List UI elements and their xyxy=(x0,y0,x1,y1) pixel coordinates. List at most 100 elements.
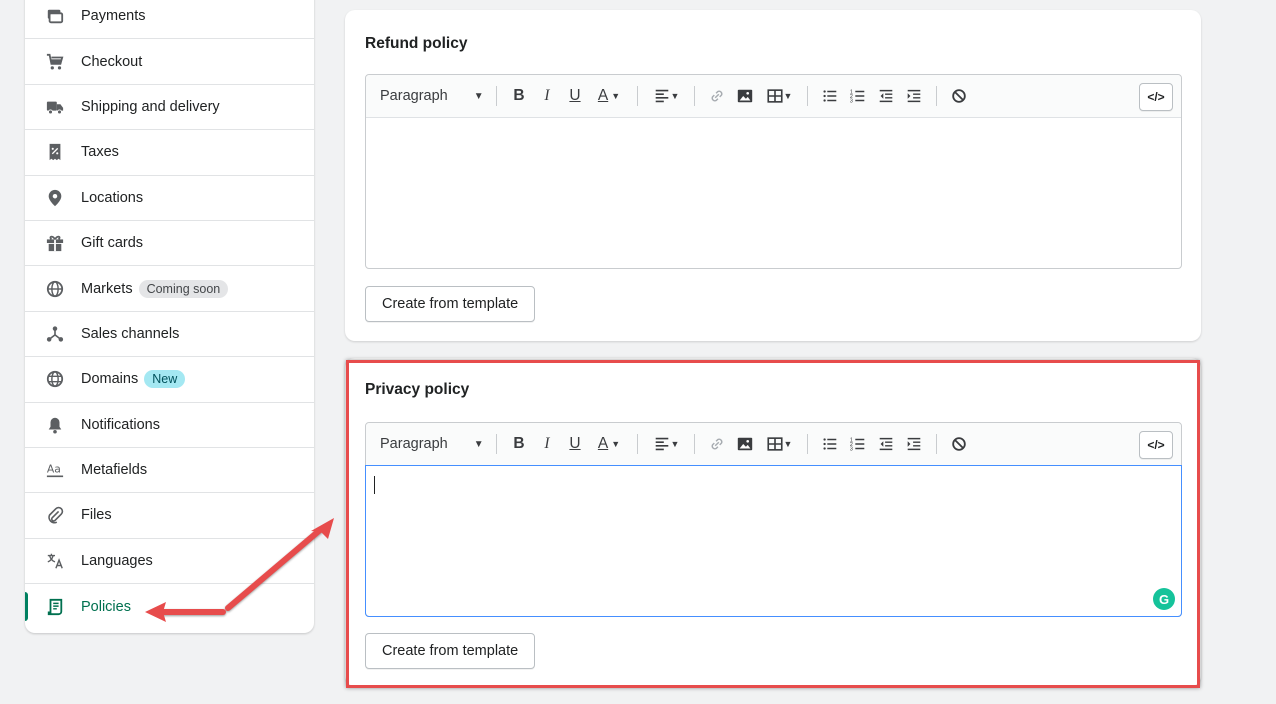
sidebar-item-notifications[interactable]: Notifications xyxy=(25,403,314,448)
bold-button[interactable]: B xyxy=(507,84,531,108)
toolbar-divider xyxy=(936,86,937,106)
sidebar-item-policies[interactable]: Policies xyxy=(25,584,314,629)
link-button[interactable] xyxy=(705,84,729,108)
sidebar-item-locations[interactable]: Locations xyxy=(25,176,314,221)
paragraph-format-dropdown[interactable]: Paragraph ▼ xyxy=(380,88,488,104)
cart-icon xyxy=(45,52,65,72)
chevron-down-icon: ▼ xyxy=(783,91,793,101)
bullet-list-button[interactable] xyxy=(818,84,842,108)
bullet-list-button[interactable] xyxy=(818,432,842,456)
sidebar-item-label: Languages xyxy=(81,552,153,569)
bold-button[interactable]: B xyxy=(507,432,531,456)
clear-formatting-button[interactable] xyxy=(947,84,971,108)
svg-text:Aa: Aa xyxy=(47,463,61,476)
editor-toolbar: Paragraph ▼ B I U A ▼ ▼ ▼ 123 </> xyxy=(366,75,1181,118)
link-icon xyxy=(711,90,723,102)
sidebar-item-domains[interactable]: Domains New xyxy=(25,357,314,403)
refund-policy-text-area[interactable] xyxy=(366,118,1181,268)
toolbar-divider xyxy=(694,86,695,106)
chevron-down-icon: ▼ xyxy=(670,439,680,449)
sidebar-item-label: Shipping and delivery xyxy=(81,98,220,115)
sidebar-item-taxes[interactable]: Taxes xyxy=(25,130,314,176)
sidebar-item-label: Gift cards xyxy=(81,235,144,252)
align-left-icon xyxy=(655,89,668,103)
settings-sidebar: Payments Checkout Shipping and delivery … xyxy=(25,0,314,633)
location-pin-icon xyxy=(45,188,65,208)
channels-icon xyxy=(45,324,65,344)
clear-formatting-button[interactable] xyxy=(947,432,971,456)
toolbar-divider xyxy=(936,434,937,454)
sidebar-item-payments[interactable]: Payments xyxy=(25,0,314,40)
numbered-list-button[interactable]: 123 xyxy=(846,84,870,108)
chevron-down-icon: ▼ xyxy=(611,91,621,101)
sidebar-item-shipping[interactable]: Shipping and delivery xyxy=(25,85,314,131)
show-html-button[interactable]: </> xyxy=(1139,431,1173,459)
sidebar-item-checkout[interactable]: Checkout xyxy=(25,39,314,85)
globe-icon xyxy=(45,279,65,299)
sidebar-item-label: Policies xyxy=(81,598,131,615)
chevron-down-icon: ▼ xyxy=(473,90,484,102)
paragraph-format-dropdown[interactable]: Paragraph ▼ xyxy=(380,436,488,452)
sidebar-item-label: Files xyxy=(81,507,112,524)
tax-receipt-icon xyxy=(45,142,65,162)
sidebar-item-sales-channels[interactable]: Sales channels xyxy=(25,312,314,358)
translate-icon xyxy=(45,551,65,571)
refund-create-from-template-button[interactable]: Create from template xyxy=(365,286,536,322)
sidebar-item-languages[interactable]: Languages xyxy=(25,539,314,585)
image-button[interactable] xyxy=(733,84,757,108)
text-color-button[interactable]: A ▼ xyxy=(591,432,627,456)
underline-button[interactable]: U xyxy=(563,84,587,108)
sidebar-item-gift-cards[interactable]: Gift cards xyxy=(25,221,314,267)
numbered-list-icon: 123 xyxy=(850,89,865,104)
privacy-create-from-template-button[interactable]: Create from template xyxy=(365,633,536,669)
outdent-button[interactable] xyxy=(874,432,898,456)
payments-icon xyxy=(45,6,65,26)
numbered-list-button[interactable]: 123 xyxy=(846,432,870,456)
editor-toolbar: Paragraph ▼ B I U A ▼ ▼ ▼ 123 </> xyxy=(366,423,1181,466)
outdent-button[interactable] xyxy=(874,84,898,108)
table-button[interactable]: ▼ xyxy=(761,432,797,456)
sidebar-item-markets[interactable]: Markets Coming soon xyxy=(25,266,314,312)
new-badge: New xyxy=(144,370,186,389)
chevron-down-icon: ▼ xyxy=(473,438,484,450)
toolbar-divider xyxy=(637,434,638,454)
text-color-button[interactable]: A ▼ xyxy=(591,84,627,108)
indent-button[interactable] xyxy=(902,84,926,108)
image-button[interactable] xyxy=(733,432,757,456)
table-icon xyxy=(766,89,783,103)
refund-policy-title: Refund policy xyxy=(365,35,468,52)
show-html-button[interactable]: </> xyxy=(1139,83,1173,111)
domain-globe-icon xyxy=(45,369,65,389)
gift-icon xyxy=(45,233,65,253)
toolbar-divider xyxy=(694,434,695,454)
svg-text:3: 3 xyxy=(850,98,853,104)
italic-button[interactable]: I xyxy=(535,432,559,456)
toolbar-divider xyxy=(807,86,808,106)
link-button[interactable] xyxy=(705,432,729,456)
image-icon xyxy=(737,89,753,103)
indent-icon xyxy=(907,89,921,103)
underline-button[interactable]: U xyxy=(563,432,587,456)
svg-text:3: 3 xyxy=(850,446,853,452)
sidebar-item-files[interactable]: Files xyxy=(25,493,314,539)
toolbar-divider xyxy=(496,434,497,454)
numbered-list-icon: 123 xyxy=(850,437,865,452)
toolbar-divider xyxy=(637,86,638,106)
table-button[interactable]: ▼ xyxy=(761,84,797,108)
align-button[interactable]: ▼ xyxy=(648,84,684,108)
sidebar-item-label: Taxes xyxy=(81,144,119,161)
italic-button[interactable]: I xyxy=(535,84,559,108)
align-button[interactable]: ▼ xyxy=(648,432,684,456)
grammarly-icon[interactable]: G xyxy=(1153,588,1175,610)
privacy-policy-text-area[interactable]: G xyxy=(365,465,1182,617)
sidebar-item-label: Sales channels xyxy=(81,325,180,342)
sidebar-item-label: Payments xyxy=(81,8,146,25)
chevron-down-icon: ▼ xyxy=(611,439,621,449)
bullet-list-icon xyxy=(823,438,837,450)
outdent-icon xyxy=(879,89,893,103)
indent-button[interactable] xyxy=(902,432,926,456)
bullet-list-icon xyxy=(823,90,837,102)
link-icon xyxy=(711,438,723,450)
sidebar-item-metafields[interactable]: Aa Metafields xyxy=(25,448,314,494)
chevron-down-icon: ▼ xyxy=(783,439,793,449)
